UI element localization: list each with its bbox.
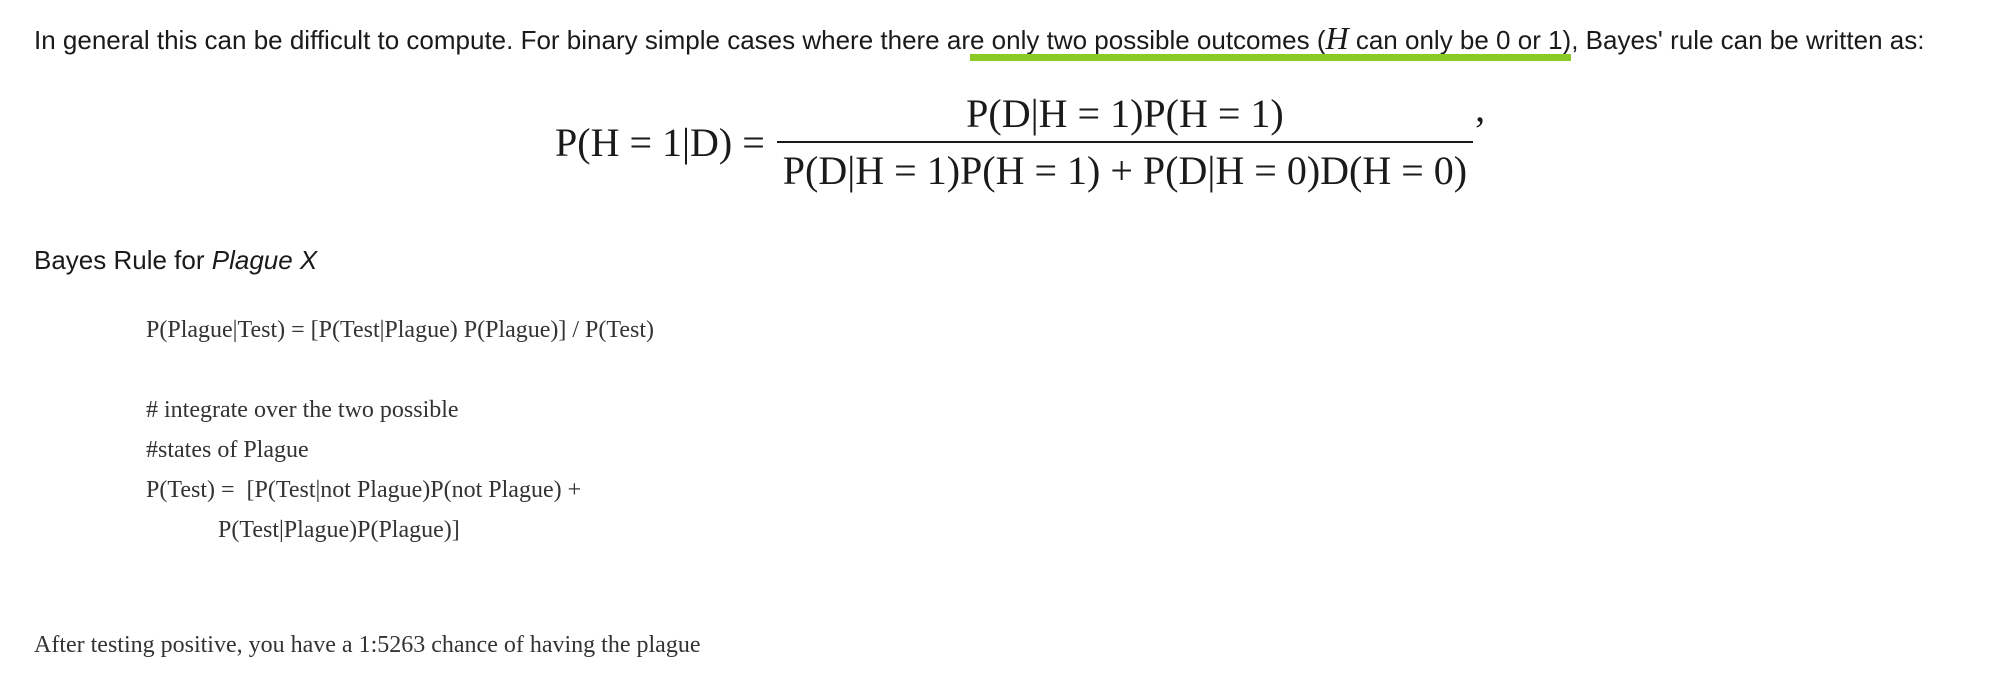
intro-text-part2: , Bayes' rule can be written as:: [1571, 25, 1925, 55]
result-output: After testing positive, you have a 1:526…: [34, 632, 701, 658]
code-line: #states of Plague: [146, 437, 309, 463]
code-line: P(Test) = [P(Test|not Plague)P(not Plagu…: [146, 477, 582, 503]
formula-trailing-punctuation: ’: [1473, 108, 1487, 153]
bayes-formula: P(H = 1|D) = P(D|H = 1)P(H = 1) P(D|H = …: [555, 90, 1487, 194]
intro-paragraph: In general this can be difficult to comp…: [34, 18, 1954, 60]
section-heading: Bayes Rule for Plague X: [34, 245, 318, 275]
section-heading-italic: Plague X: [211, 245, 318, 275]
code-line: P(Test|Plague)P(Plague)]: [146, 517, 460, 543]
code-line: # integrate over the two possible: [146, 397, 459, 423]
formula-lhs: P(H = 1|D) =: [555, 119, 765, 165]
document-page: In general this can be difficult to comp…: [0, 0, 1989, 683]
code-line: P(Plague|Test) = [P(Test|Plague) P(Plagu…: [146, 317, 655, 343]
highlighted-text: e only two possible outcomes (H can only…: [970, 20, 1572, 56]
code-block: P(Plague|Test) = [P(Test|Plague) P(Plagu…: [146, 310, 654, 550]
formula-fraction: P(D|H = 1)P(H = 1) P(D|H = 1)P(H = 1) + …: [776, 90, 1474, 194]
formula-denominator: P(D|H = 1)P(H = 1) + P(D|H = 0)D(H = 0): [782, 148, 1468, 193]
intro-text-part1: In general this can be difficult to comp…: [34, 25, 970, 55]
formula-numerator: P(D|H = 1)P(H = 1): [966, 91, 1284, 136]
math-variable-h: H: [1325, 20, 1349, 56]
